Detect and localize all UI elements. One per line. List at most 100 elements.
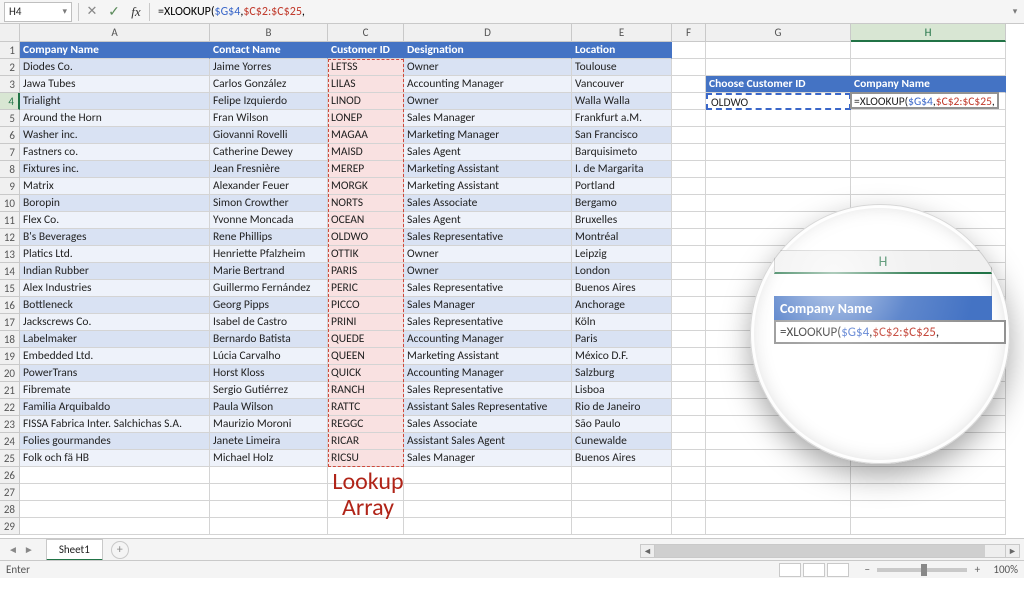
table-row[interactable]: Washer inc. — [20, 127, 210, 144]
table-row[interactable]: Accounting Manager — [404, 331, 572, 348]
table-row[interactable]: Around the Horn — [20, 110, 210, 127]
table-row[interactable]: Owner — [404, 93, 572, 110]
table-row[interactable]: Jean Fresnière — [210, 161, 328, 178]
cell-G26[interactable] — [706, 467, 851, 484]
cancel-formula-button[interactable]: ✕ — [81, 1, 103, 23]
zoom-handle[interactable] — [921, 564, 927, 576]
table-row[interactable]: San Francisco — [572, 127, 672, 144]
cell-G28[interactable] — [706, 501, 851, 518]
view-normal-button[interactable] — [779, 563, 801, 577]
table-row[interactable]: MORGK — [328, 178, 404, 195]
table-row[interactable]: OLDWO — [328, 229, 404, 246]
table-header-location[interactable]: Location — [572, 42, 672, 59]
table-row[interactable]: Assistant Sales Agent — [404, 433, 572, 450]
table-row[interactable]: Sales Associate — [404, 416, 572, 433]
cell-F4[interactable] — [672, 93, 706, 110]
table-row[interactable]: Sales Representative — [404, 280, 572, 297]
cell-H5[interactable] — [851, 110, 1006, 127]
table-row[interactable]: MAISD — [328, 144, 404, 161]
table-row[interactable]: Sales Agent — [404, 212, 572, 229]
table-row[interactable]: Indian Rubber — [20, 263, 210, 280]
table-row[interactable]: PRINI — [328, 314, 404, 331]
table-row[interactable]: Walla Walla — [572, 93, 672, 110]
row-header-16[interactable]: 16 — [0, 297, 20, 314]
cell-A26[interactable] — [20, 467, 210, 484]
table-row[interactable]: Alexander Feuer — [210, 178, 328, 195]
table-row[interactable]: Sales Representative — [404, 229, 572, 246]
row-header-11[interactable]: 11 — [0, 212, 20, 229]
table-row[interactable]: Owner — [404, 246, 572, 263]
table-header-company[interactable]: Company Name — [20, 42, 210, 59]
table-row[interactable]: México D.F. — [572, 348, 672, 365]
cell-F12[interactable] — [672, 229, 706, 246]
cell-F10[interactable] — [672, 195, 706, 212]
row-header-18[interactable]: 18 — [0, 331, 20, 348]
cell-C26[interactable] — [328, 467, 404, 484]
zoom-slider[interactable] — [877, 568, 967, 572]
table-row[interactable]: Platics Ltd. — [20, 246, 210, 263]
table-row[interactable]: Portland — [572, 178, 672, 195]
row-header-14[interactable]: 14 — [0, 263, 20, 280]
table-row[interactable]: Giovanni Rovelli — [210, 127, 328, 144]
row-header-27[interactable]: 27 — [0, 484, 20, 501]
side-header-choose[interactable]: Choose Customer ID — [706, 76, 851, 93]
cell-E29[interactable] — [572, 518, 672, 535]
cell-D28[interactable] — [404, 501, 572, 518]
cell-H7[interactable] — [851, 144, 1006, 161]
cell-E27[interactable] — [572, 484, 672, 501]
row-header-17[interactable]: 17 — [0, 314, 20, 331]
table-row[interactable]: Owner — [404, 263, 572, 280]
table-row[interactable]: Accounting Manager — [404, 76, 572, 93]
table-row[interactable]: Jaime Yorres — [210, 59, 328, 76]
row-header-6[interactable]: 6 — [0, 127, 20, 144]
cell-F15[interactable] — [672, 280, 706, 297]
scroll-thumb[interactable] — [655, 545, 985, 557]
zoom-level[interactable]: 100% — [993, 563, 1018, 576]
cell-F23[interactable] — [672, 416, 706, 433]
select-all-corner[interactable] — [0, 24, 20, 42]
table-row[interactable]: Isabel de Castro — [210, 314, 328, 331]
lookup-value-cell[interactable]: OLDWO — [706, 93, 851, 110]
view-page-layout-button[interactable] — [803, 563, 825, 577]
zoom-out-button[interactable]: − — [861, 563, 873, 576]
view-page-break-button[interactable] — [827, 563, 849, 577]
row-header-3[interactable]: 3 — [0, 76, 20, 93]
table-row[interactable]: Bergamo — [572, 195, 672, 212]
row-header-5[interactable]: 5 — [0, 110, 20, 127]
cell-D27[interactable] — [404, 484, 572, 501]
cell-G5[interactable] — [706, 110, 851, 127]
table-row[interactable]: Sales Associate — [404, 195, 572, 212]
cell-H27[interactable] — [851, 484, 1006, 501]
row-header-4[interactable]: 4 — [0, 93, 20, 110]
active-cell-editor[interactable]: =XLOOKUP($G$4,$C$2:$C$25, — [850, 92, 999, 109]
row-header-21[interactable]: 21 — [0, 382, 20, 399]
table-row[interactable]: QUICK — [328, 365, 404, 382]
table-row[interactable]: Buenos Aires — [572, 280, 672, 297]
cell-G29[interactable] — [706, 518, 851, 535]
table-row[interactable]: Sales Manager — [404, 110, 572, 127]
cell-F27[interactable] — [672, 484, 706, 501]
cell-C27[interactable] — [328, 484, 404, 501]
table-row[interactable]: PowerTrans — [20, 365, 210, 382]
row-header-26[interactable]: 26 — [0, 467, 20, 484]
table-row[interactable]: OTTIK — [328, 246, 404, 263]
chevron-down-icon[interactable]: ▾ — [62, 6, 67, 17]
cell-C28[interactable] — [328, 501, 404, 518]
table-row[interactable]: Fastners co. — [20, 144, 210, 161]
table-row[interactable]: OCEAN — [328, 212, 404, 229]
table-row[interactable]: LILAS — [328, 76, 404, 93]
table-row[interactable]: I. de Margarita — [572, 161, 672, 178]
table-row[interactable]: LONEP — [328, 110, 404, 127]
cell-G9[interactable] — [706, 178, 851, 195]
col-header-F[interactable]: F — [672, 24, 706, 42]
cell-F9[interactable] — [672, 178, 706, 195]
table-row[interactable]: FISSA Fabrica Inter. Salchichas S.A. — [20, 416, 210, 433]
row-header-1[interactable]: 1 — [0, 42, 20, 59]
table-row[interactable]: MAGAA — [328, 127, 404, 144]
cell-E28[interactable] — [572, 501, 672, 518]
col-header-B[interactable]: B — [210, 24, 328, 42]
cell-F22[interactable] — [672, 399, 706, 416]
tab-nav-prev-icon[interactable]: ◄ — [8, 543, 18, 556]
table-row[interactable]: Lisboa — [572, 382, 672, 399]
insert-function-button[interactable]: fx — [125, 1, 147, 23]
